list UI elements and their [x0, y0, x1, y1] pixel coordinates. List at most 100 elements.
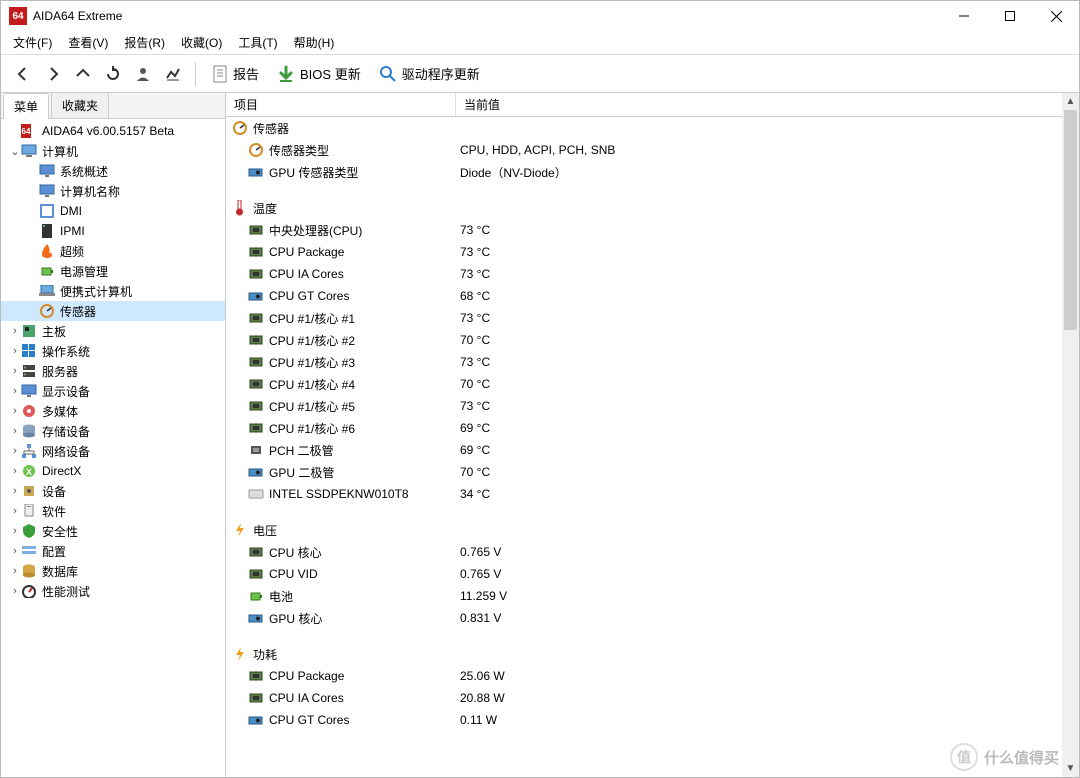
- data-row-volt-1[interactable]: CPU VID0.765 V: [226, 563, 1079, 585]
- tree-twisty-icon[interactable]: ›: [9, 385, 21, 397]
- data-row-temp-6[interactable]: CPU #1/核心 #373 °C: [226, 351, 1079, 373]
- scroll-up-arrow-icon[interactable]: ▲: [1062, 93, 1079, 110]
- back-button[interactable]: [9, 60, 37, 88]
- data-row-temp-0[interactable]: 中央处理器(CPU)73 °C: [226, 219, 1079, 241]
- data-row-power-0[interactable]: CPU Package25.06 W: [226, 665, 1079, 687]
- tree-item-portable[interactable]: 便携式计算机: [1, 281, 225, 301]
- close-button[interactable]: [1033, 1, 1079, 31]
- tree-item-os[interactable]: ›操作系统: [1, 341, 225, 361]
- data-row-temp-5[interactable]: CPU #1/核心 #270 °C: [226, 329, 1079, 351]
- column-header-item[interactable]: 项目: [226, 93, 456, 116]
- data-row-temp-10[interactable]: PCH 二极管69 °C: [226, 439, 1079, 461]
- data-row-temp-9[interactable]: CPU #1/核心 #669 °C: [226, 417, 1079, 439]
- tree-item-motherboard[interactable]: ›主板: [1, 321, 225, 341]
- tree-twisty-icon[interactable]: ›: [9, 525, 21, 537]
- graph-button[interactable]: [159, 60, 187, 88]
- item-label: CPU Package: [269, 245, 344, 259]
- tree-twisty-icon[interactable]: ›: [9, 425, 21, 437]
- tree-twisty-icon[interactable]: ›: [9, 365, 21, 377]
- tree-item-power-mgmt[interactable]: 电源管理: [1, 261, 225, 281]
- tree-twisty-icon[interactable]: ›: [9, 405, 21, 417]
- tree-label: 多媒体: [42, 403, 78, 420]
- data-row-gpu-sensor-type[interactable]: GPU 传感器类型Diode（NV-Diode）: [226, 161, 1079, 183]
- data-row-temp-2[interactable]: CPU IA Cores73 °C: [226, 263, 1079, 285]
- tree-item-computer-name[interactable]: 计算机名称: [1, 181, 225, 201]
- tree-item-storage[interactable]: ›存储设备: [1, 421, 225, 441]
- tree-item-security[interactable]: › 安全性: [1, 521, 225, 541]
- data-row-volt-2[interactable]: 电池11.259 V: [226, 585, 1079, 607]
- data-row-volt-3[interactable]: GPU 核心0.831 V: [226, 607, 1079, 629]
- user-button[interactable]: [129, 60, 157, 88]
- menu-tools[interactable]: 工具(T): [230, 32, 285, 53]
- forward-button[interactable]: [39, 60, 67, 88]
- scroll-thumb[interactable]: [1064, 110, 1077, 330]
- tree-twisty-icon[interactable]: ›: [9, 565, 21, 577]
- tree-twisty-icon[interactable]: ›: [9, 545, 21, 557]
- tree-item-sensor[interactable]: 传感器: [1, 301, 225, 321]
- toolbar: 报告 BIOS 更新 驱动程序更新: [1, 55, 1079, 93]
- content-list[interactable]: 传感器传感器类型CPU, HDD, ACPI, PCH, SNBGPU 传感器类…: [226, 117, 1079, 777]
- tree-twisty-icon[interactable]: ›: [9, 345, 21, 357]
- menu-report[interactable]: 报告(R): [116, 32, 173, 53]
- tree-twisty-icon[interactable]: ›: [9, 465, 21, 477]
- tree-item-devices[interactable]: ›设备: [1, 481, 225, 501]
- data-row-temp-3[interactable]: CPU GT Cores68 °C: [226, 285, 1079, 307]
- driver-update-button[interactable]: 驱动程序更新: [371, 61, 488, 86]
- maximize-button[interactable]: [987, 1, 1033, 31]
- tree-item-multimedia[interactable]: › 多媒体: [1, 401, 225, 421]
- menu-view[interactable]: 查看(V): [60, 32, 116, 53]
- tree-item-config[interactable]: ›配置: [1, 541, 225, 561]
- tree-root[interactable]: 64AIDA64 v6.00.5157 Beta: [1, 121, 225, 141]
- tree-twisty-icon[interactable]: ⌄: [9, 145, 21, 158]
- column-header-value[interactable]: 当前值: [456, 93, 1079, 116]
- refresh-button[interactable]: [99, 60, 127, 88]
- tree-twisty-icon[interactable]: ›: [9, 445, 21, 457]
- menu-favorite[interactable]: 收藏(O): [173, 32, 230, 53]
- tree-item-system-overview[interactable]: 系统概述: [1, 161, 225, 181]
- data-row-sensor-type[interactable]: 传感器类型CPU, HDD, ACPI, PCH, SNB: [226, 139, 1079, 161]
- scroll-down-arrow-icon[interactable]: ▼: [1062, 760, 1079, 777]
- tree-twisty-icon[interactable]: ›: [9, 585, 21, 597]
- tree-item-ipmi[interactable]: IPMI: [1, 221, 225, 241]
- menu-help[interactable]: 帮助(H): [286, 32, 343, 53]
- minimize-button[interactable]: [941, 1, 987, 31]
- driver-update-label: 驱动程序更新: [402, 64, 480, 83]
- tree-item-software[interactable]: ›软件: [1, 501, 225, 521]
- tree-item-computer[interactable]: ⌄计算机: [1, 141, 225, 161]
- tree-item-directx[interactable]: ›XDirectX: [1, 461, 225, 481]
- data-row-temp-4[interactable]: CPU #1/核心 #173 °C: [226, 307, 1079, 329]
- data-row-temp-11[interactable]: GPU 二极管70 °C: [226, 461, 1079, 483]
- data-row-power-2[interactable]: CPU GT Cores0.11 W: [226, 709, 1079, 731]
- report-button[interactable]: 报告: [204, 61, 267, 87]
- up-button[interactable]: [69, 60, 97, 88]
- tree-item-network[interactable]: ›网络设备: [1, 441, 225, 461]
- tree-twisty-icon[interactable]: ›: [9, 505, 21, 517]
- tree-item-server[interactable]: ›服务器: [1, 361, 225, 381]
- tree-twisty-icon[interactable]: ›: [9, 485, 21, 497]
- item-value: 0.765 V: [460, 567, 501, 581]
- tree-twisty-icon[interactable]: ›: [9, 325, 21, 337]
- menu-file[interactable]: 文件(F): [5, 32, 60, 53]
- user-icon: [135, 66, 151, 82]
- tab-favorites[interactable]: 收藏夹: [51, 92, 109, 118]
- tree-item-benchmark[interactable]: ›性能测试: [1, 581, 225, 601]
- tree-view[interactable]: 64AIDA64 v6.00.5157 Beta⌄计算机系统概述计算机名称DMI…: [1, 119, 225, 777]
- tab-menu[interactable]: 菜单: [3, 93, 49, 119]
- data-row-temp-8[interactable]: CPU #1/核心 #573 °C: [226, 395, 1079, 417]
- data-row-temp-12[interactable]: INTEL SSDPEKNW010T834 °C: [226, 483, 1079, 505]
- data-row-volt-0[interactable]: CPU 核心0.765 V: [226, 541, 1079, 563]
- item-label: CPU GT Cores: [269, 289, 349, 303]
- report-label: 报告: [233, 64, 259, 83]
- data-row-power-1[interactable]: CPU IA Cores20.88 W: [226, 687, 1079, 709]
- bios-update-button[interactable]: BIOS 更新: [269, 61, 369, 86]
- scroll-track[interactable]: [1062, 110, 1079, 760]
- vertical-scrollbar[interactable]: ▲ ▼: [1062, 93, 1079, 777]
- tree-item-overclock[interactable]: 超频: [1, 241, 225, 261]
- tree-item-dmi[interactable]: DMI: [1, 201, 225, 221]
- sidebar-tabstrip: 菜单 收藏夹: [1, 93, 225, 119]
- data-row-temp-1[interactable]: CPU Package73 °C: [226, 241, 1079, 263]
- tree-label: 安全性: [42, 523, 78, 540]
- tree-item-display[interactable]: ›显示设备: [1, 381, 225, 401]
- data-row-temp-7[interactable]: CPU #1/核心 #470 °C: [226, 373, 1079, 395]
- tree-item-database[interactable]: ›数据库: [1, 561, 225, 581]
